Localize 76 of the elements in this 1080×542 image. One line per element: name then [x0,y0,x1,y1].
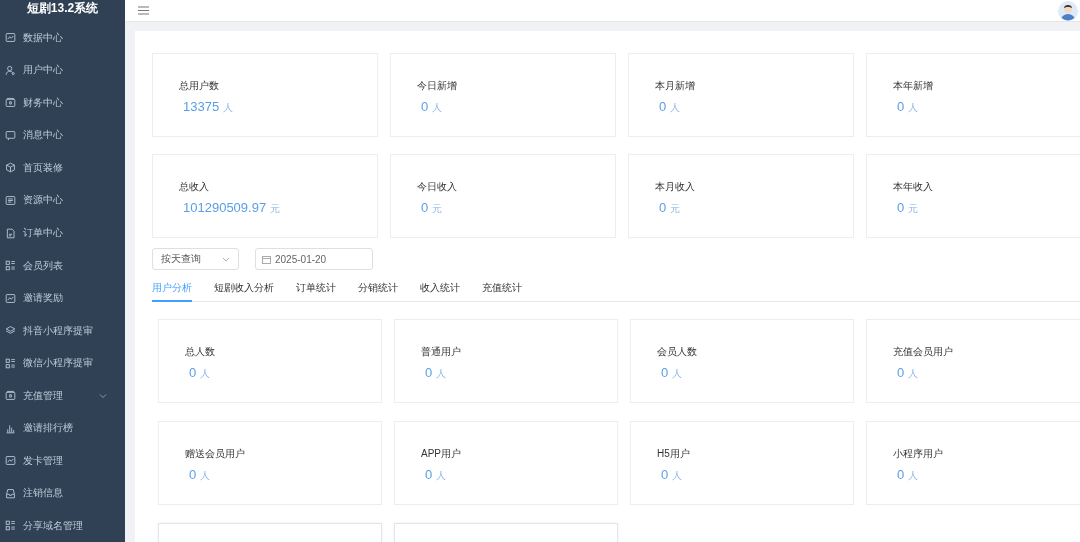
menu-item-icon [5,260,16,271]
stat-unit: 元 [432,202,443,216]
stat-value: 0 [897,365,905,380]
stat-label: 本月新增 [655,79,696,93]
stat-unit: 人 [672,469,683,483]
stat-unit: 人 [672,367,683,381]
stat-value: 0 [661,467,669,482]
avatar-icon[interactable] [1058,0,1078,21]
menu-item-icon [5,32,16,44]
stat-unit: 人 [432,101,443,115]
stat-value: 0 [421,99,429,114]
menu-item-icon [5,455,16,467]
stat-label: H5用户 [657,447,691,461]
stat-value: 0 [425,467,433,482]
stat-label: 总收入 [179,180,210,194]
menu-item-icon [5,325,16,337]
stat-unit: 人 [436,469,447,483]
query-mode-select[interactable]: 按天查询 [152,248,239,270]
stat-unit: 元 [670,202,681,216]
tab[interactable]: 分销统计 [358,278,398,302]
stat-value: 13375 [183,99,220,114]
stat-unit: 元 [270,202,281,216]
stat-label: 会员人数 [657,345,698,359]
stat-value: 0 [897,200,905,215]
menu-item-icon [5,64,16,76]
stat-label: 今日收入 [417,180,458,194]
stat-label: 本年收入 [893,180,934,194]
stat-label: 小程序用户 [893,447,944,461]
stat-unit: 人 [908,469,919,483]
app-title: 短剧13.2系统 [25,0,100,17]
menu-item-icon [5,97,16,109]
tab[interactable]: 收入统计 [420,278,460,302]
stat-value: 0 [897,467,905,482]
stat-label: 本年新增 [893,79,934,93]
menu-item-icon [5,487,16,499]
stat-unit: 人 [200,469,211,483]
stat-label: 今日新增 [417,79,458,93]
stat-value: 0 [661,365,669,380]
stat-unit: 人 [200,367,211,381]
stat-label: 总人数 [185,345,216,359]
stat-unit: 元 [908,202,919,216]
menu-item-icon [5,129,16,141]
tab[interactable]: 订单统计 [296,278,336,302]
menu-item-icon [5,292,16,304]
stat-unit: 人 [670,101,681,115]
date-field[interactable]: 2025-01-20 [255,248,373,270]
stat-value: 0 [189,365,197,380]
caret-icon [222,256,230,262]
stat-label: 赠送会员用户 [185,447,246,461]
menu-item-icon [5,422,16,434]
tab[interactable]: 充值统计 [482,278,522,302]
menu-item-icon [5,390,16,402]
stat-unit: 人 [908,367,919,381]
stat-value: 0 [659,200,667,215]
menu-item-icon [5,195,16,206]
stat-label: 本月收入 [655,180,696,194]
stat-label: 总用户数 [179,79,220,93]
stat-value: 0 [189,467,197,482]
menu-item-icon [5,520,16,532]
menu-item-icon [5,357,16,369]
menu-icon[interactable] [138,6,149,15]
stat-value: 0 [897,99,905,114]
stat-unit: 人 [223,101,234,115]
menu-item-icon [5,162,16,174]
stat-value: 0 [425,365,433,380]
stat-label: 充值会员用户 [893,345,954,359]
menu-item-icon [5,227,16,239]
stat-value: 101290509.97 [183,200,267,215]
stat-label: 普通用户 [421,345,462,359]
stat-label: APP用户 [421,447,462,461]
calendar-icon [262,254,271,264]
stat-value: 0 [421,200,429,215]
stat-unit: 人 [436,367,447,381]
stat-value: 0 [659,99,667,114]
tab[interactable]: 短剧收入分析 [214,278,274,302]
stat-unit: 人 [908,101,919,115]
